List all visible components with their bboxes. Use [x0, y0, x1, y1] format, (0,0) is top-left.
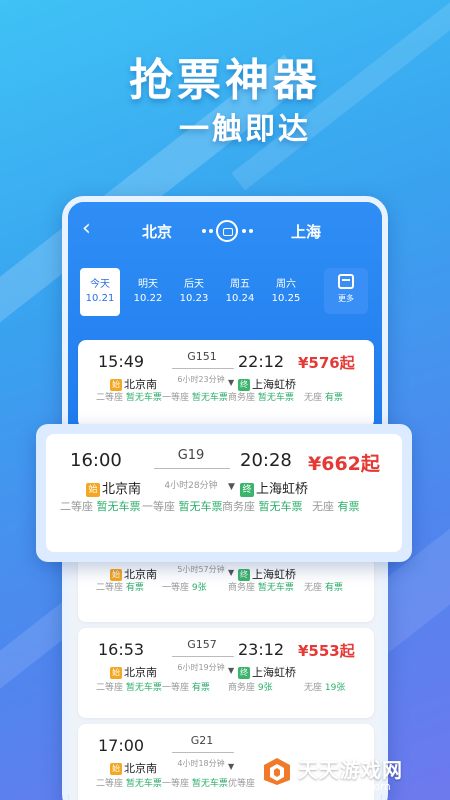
featured-train-highlight: 16:00 G19 20:28 ¥662起 始北京南 4小时28分钟 ▼ 终上海… [36, 424, 412, 562]
swap-route-icon[interactable] [198, 219, 256, 243]
to-station: 终上海虹桥 [238, 568, 296, 581]
to-station: 终上海虹桥 [240, 478, 308, 497]
seat-standing: 无座 有票 [304, 393, 343, 403]
featured-train-card[interactable]: 16:00 G19 20:28 ¥662起 始北京南 4小时28分钟 ▼ 终上海… [46, 434, 402, 552]
departure-time: 17:00 [98, 736, 145, 755]
seat-first-class: 一等座 暂无车票 [162, 393, 228, 403]
seat-first-class: 一等座 暂无车票 [162, 779, 228, 789]
seat-second-class: 二等座 暂无车票 [60, 500, 141, 513]
seat-standing: 无座 19张 [304, 683, 346, 693]
arrival-time: 22:12 [238, 352, 285, 371]
seat-standing: 无座 有票 [304, 583, 343, 593]
from-station: 始北京南 [86, 478, 141, 497]
from-station: 始北京南 [110, 762, 157, 775]
duration: 6小时23分钟 [177, 375, 225, 384]
date-tab-today[interactable]: 今天 10.21 [80, 268, 120, 316]
calendar-icon [338, 274, 354, 289]
headline-subtitle: 一触即达 [179, 112, 311, 147]
to-city[interactable]: 上海 [291, 221, 321, 242]
date-selector: 今天 10.21 明天 10.22 后天 10.23 周五 10.24 周六 10.25 … [76, 268, 376, 318]
chevron-down-icon: ▼ [228, 482, 235, 492]
seat-business-class: 商务座 暂无车票 [228, 393, 294, 403]
seat-business-class: 商务座 暂无车票 [222, 500, 303, 513]
train-number: G151 [187, 350, 217, 363]
departure-time: 15:49 [98, 352, 145, 371]
chevron-down-icon: ▼ [228, 568, 235, 577]
train-number: G19 [177, 448, 205, 463]
duration: 4小时18分钟 [177, 759, 225, 768]
from-station: 始北京南 [110, 568, 157, 581]
price: ¥553起 [298, 642, 355, 660]
date-tab[interactable]: 周五 10.24 [220, 268, 260, 316]
date-tab[interactable]: 周六 10.25 [266, 268, 306, 316]
seat-premium-class: 优等座 [228, 779, 256, 789]
seat-first-class: 一等座 有票 [162, 683, 210, 693]
watermark-logo-icon [264, 758, 290, 785]
seat-business-class: 商务座 9张 [228, 683, 273, 693]
arrival-time: 20:28 [240, 450, 292, 471]
to-station: 终上海虹桥 [238, 378, 296, 391]
seat-first-class: 一等座 9张 [162, 583, 207, 593]
departure-time: 16:53 [98, 640, 145, 659]
watermark-url: www.ttyl23.com [302, 780, 391, 793]
train-number: G21 [190, 734, 214, 747]
duration: 5小时57分钟 [177, 565, 225, 574]
date-tab[interactable]: 后天 10.23 [174, 268, 214, 316]
watermark-title: 天天游戏网 [298, 758, 403, 782]
chevron-down-icon: ▼ [228, 666, 235, 675]
departure-time: 16:00 [70, 450, 122, 471]
from-city[interactable]: 北京 [142, 221, 172, 242]
route-header: ‹ 北京 上海 [68, 216, 382, 246]
chevron-down-icon: ▼ [228, 762, 235, 771]
train-number: G157 [187, 638, 217, 651]
watermark: 天天游戏网 www.ttyl23.com [262, 754, 442, 794]
seat-business-class: 商务座 暂无车票 [228, 583, 294, 593]
price: ¥576起 [298, 354, 355, 372]
train-card[interactable]: 15:49 G151 22:12 ¥576起 始北京南 6小时23分钟 ▼ 终上… [78, 340, 374, 428]
from-station: 始北京南 [110, 666, 157, 679]
seat-second-class: 二等座 有票 [96, 583, 144, 593]
train-card[interactable]: 16:53 G157 23:12 ¥553起 始北京南 6小时19分钟 ▼ 终上… [78, 628, 374, 718]
headline-title: 抢票神器 [129, 55, 321, 106]
seat-second-class: 二等座 暂无车票 [96, 393, 162, 403]
calendar-more-button[interactable]: 更多 [324, 268, 368, 314]
arrival-time: 23:12 [238, 640, 285, 659]
seat-second-class: 二等座 暂无车票 [96, 779, 162, 789]
chevron-down-icon: ▼ [228, 378, 235, 387]
seat-second-class: 二等座 暂无车票 [96, 683, 162, 693]
back-arrow-icon[interactable]: ‹ [82, 216, 91, 242]
duration: 4小时28分钟 [164, 481, 218, 491]
from-station: 始北京南 [110, 378, 157, 391]
price: ¥662起 [308, 453, 380, 475]
seat-first-class: 一等座 暂无车票 [142, 500, 223, 513]
seat-standing: 无座 有票 [312, 500, 360, 513]
date-tab[interactable]: 明天 10.22 [128, 268, 168, 316]
duration: 6小时19分钟 [177, 663, 225, 672]
to-station: 终上海虹桥 [238, 666, 296, 679]
